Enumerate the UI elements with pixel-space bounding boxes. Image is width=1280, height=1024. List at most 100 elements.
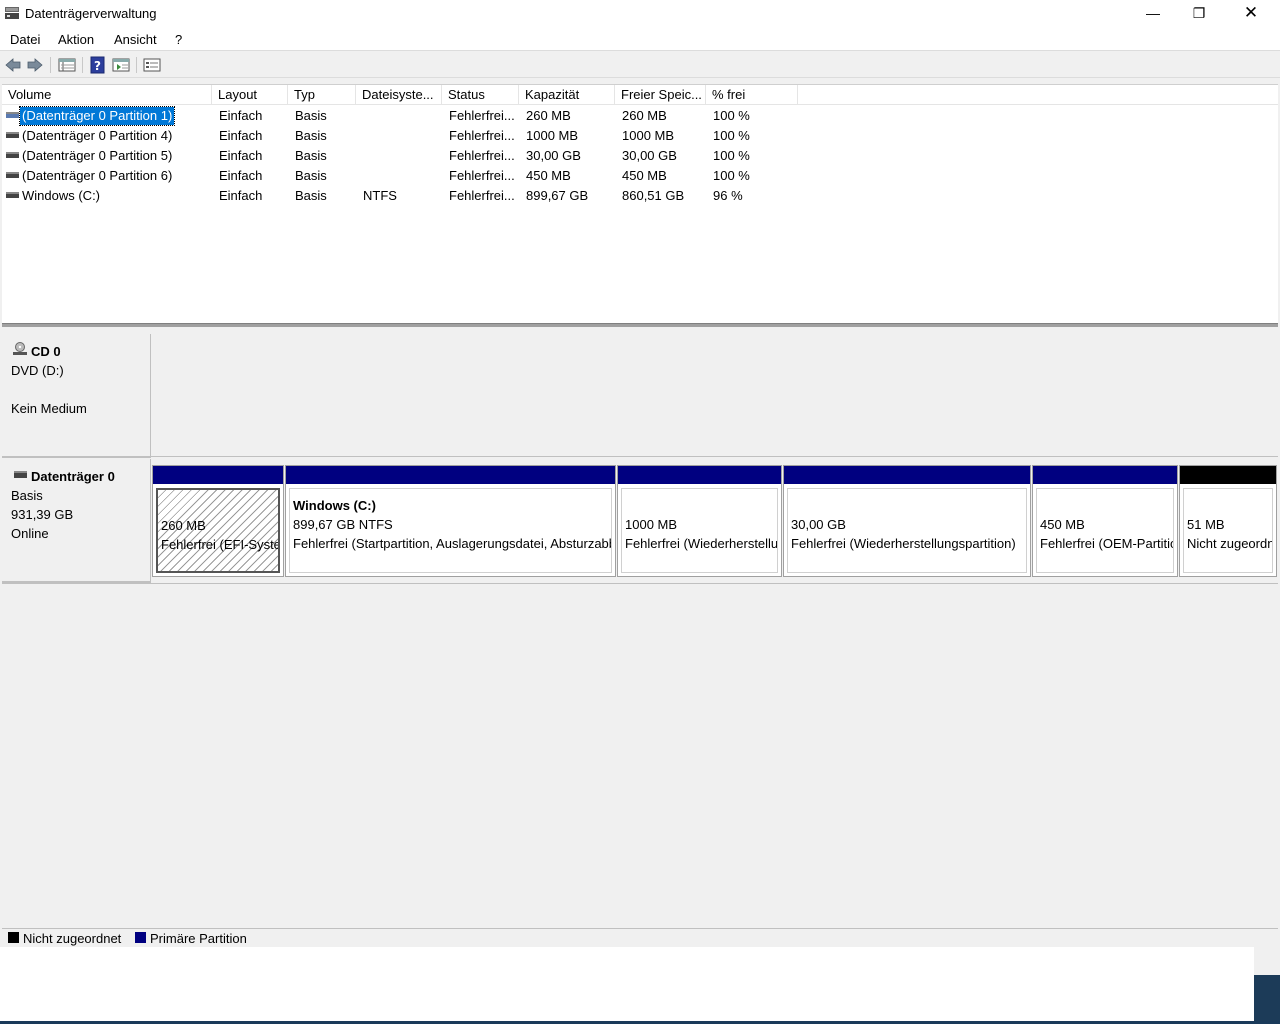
- cell-freier-speicher: 1000 MB: [622, 128, 675, 143]
- maximize-button[interactable]: ❐: [1176, 0, 1222, 28]
- cell-status: Fehlerfrei...: [449, 128, 515, 143]
- help-icon[interactable]: ?: [89, 56, 107, 74]
- partition-size: 30,00 GB: [791, 517, 846, 532]
- partition-status: Fehlerfrei (EFI-Systempartition): [161, 537, 280, 552]
- cell-status: Fehlerfrei...: [449, 148, 515, 163]
- partition-oem[interactable]: 450 MB Fehlerfrei (OEM-Partition): [1032, 465, 1178, 577]
- volume-icon: [6, 112, 19, 118]
- column-header-typ[interactable]: Typ: [288, 85, 356, 105]
- volume-icon: [6, 172, 19, 178]
- cell-prozent-frei: 96 %: [713, 188, 743, 203]
- partition-body: Windows (C:) 899,67 GB NTFS Fehlerfrei (…: [289, 488, 612, 573]
- cell-typ: Basis: [295, 148, 327, 163]
- menu-datei[interactable]: Datei: [10, 32, 40, 47]
- menu-ansicht[interactable]: Ansicht: [114, 32, 157, 47]
- cell-freier-speicher: 30,00 GB: [622, 148, 677, 163]
- partition-size: 51 MB: [1187, 517, 1225, 532]
- partition-size: 1000 MB: [625, 517, 678, 532]
- partition-status: Fehlerfrei (Startpartition, Auslagerungs…: [293, 536, 611, 551]
- partition-status: Nicht zugeordnet: [1187, 536, 1272, 551]
- column-header-freier-speicher[interactable]: Freier Speic...: [615, 85, 706, 105]
- partition-body: 30,00 GB Fehlerfrei (Wiederherstellungsp…: [787, 488, 1027, 573]
- window-title: Datenträgerverwaltung: [25, 6, 157, 21]
- back-arrow-icon[interactable]: [4, 56, 22, 74]
- legend: Nicht zugeordnet Primäre Partition: [2, 928, 1278, 946]
- column-header-dateisystem[interactable]: Dateisyste...: [356, 85, 442, 105]
- cell-freier-speicher: 860,51 GB: [622, 188, 685, 203]
- disk-management-app-icon: [5, 7, 19, 19]
- settings-icon[interactable]: [143, 56, 161, 74]
- cell-kapazitaet: 899,67 GB: [526, 188, 589, 203]
- disk0-size: 931,39 GB: [11, 507, 74, 522]
- cd0-label[interactable]: CD 0 DVD (D:) Kein Medium: [2, 334, 151, 458]
- partition-status: Fehlerfrei (Wiederherstellungspartition): [791, 536, 1016, 551]
- partition-size: 450 MB: [1040, 517, 1085, 532]
- cell-prozent-frei: 100 %: [713, 168, 750, 183]
- cell-prozent-frei: 100 %: [713, 148, 750, 163]
- legend-swatch-primary: [135, 932, 146, 943]
- partition-recovery-2[interactable]: 30,00 GB Fehlerfrei (Wiederherstellungsp…: [783, 465, 1031, 577]
- volume-name[interactable]: (Datenträger 0 Partition 4): [20, 127, 174, 145]
- svg-text:?: ?: [94, 59, 101, 73]
- cell-status: Fehlerfrei...: [449, 168, 515, 183]
- disk0-type: Basis: [11, 488, 43, 503]
- cd0-media-area: [152, 334, 1278, 456]
- volume-list[interactable]: Volume Layout Typ Dateisyste... Status K…: [2, 84, 1278, 323]
- cell-layout: Einfach: [219, 188, 263, 203]
- partition-type-bar: [286, 466, 615, 484]
- disk0-label[interactable]: Datenträger 0 Basis 931,39 GB Online: [2, 459, 151, 583]
- menu-bar: Datei Aktion Ansicht ?: [0, 28, 1280, 51]
- legend-label-unallocated: Nicht zugeordnet: [23, 931, 122, 946]
- cd-drive-icon: [13, 342, 27, 355]
- menu-aktion[interactable]: Aktion: [58, 32, 94, 47]
- cell-kapazitaet: 450 MB: [526, 168, 571, 183]
- disk-separator: [2, 583, 1278, 584]
- volume-name[interactable]: (Datenträger 0 Partition 5): [20, 147, 174, 165]
- legend-label-primary: Primäre Partition: [150, 931, 247, 946]
- volume-name[interactable]: (Datenträger 0 Partition 6): [20, 167, 174, 185]
- partition-body: 450 MB Fehlerfrei (OEM-Partition): [1036, 488, 1174, 573]
- volume-name[interactable]: (Datenträger 0 Partition 1): [18, 106, 176, 126]
- pane-splitter[interactable]: [2, 323, 1278, 327]
- forward-arrow-icon[interactable]: [26, 56, 44, 74]
- table-row[interactable]: (Datenträger 0 Partition 6) Einfach Basi…: [2, 166, 1278, 186]
- column-header-kapazitaet[interactable]: Kapazität: [519, 85, 615, 105]
- volume-icon: [6, 152, 19, 158]
- cell-layout: Einfach: [219, 128, 263, 143]
- close-button[interactable]: ✕: [1228, 0, 1274, 28]
- partition-type-bar: [784, 466, 1030, 484]
- partition-unallocated[interactable]: 51 MB Nicht zugeordnet: [1179, 465, 1277, 577]
- cell-kapazitaet: 260 MB: [526, 108, 571, 123]
- partition-type-bar: [1033, 466, 1177, 484]
- cell-layout: Einfach: [219, 168, 263, 183]
- column-header-prozent-frei[interactable]: % frei: [706, 85, 798, 105]
- partition-efi[interactable]: 260 MB Fehlerfrei (EFI-Systempartition): [152, 465, 284, 577]
- cell-kapazitaet: 1000 MB: [526, 128, 579, 143]
- column-header-volume[interactable]: Volume: [2, 85, 212, 105]
- toolbar-separator: [136, 57, 137, 73]
- cell-typ: Basis: [295, 128, 327, 143]
- cell-typ: Basis: [295, 108, 327, 123]
- partition-type-bar: [618, 466, 781, 484]
- volume-name[interactable]: Windows (C:): [20, 187, 102, 205]
- partition-windows-c[interactable]: Windows (C:) 899,67 GB NTFS Fehlerfrei (…: [285, 465, 616, 577]
- table-row[interactable]: (Datenträger 0 Partition 1) Einfach Basi…: [2, 106, 1278, 126]
- hard-disk-icon: [14, 471, 27, 478]
- column-header-layout[interactable]: Layout: [212, 85, 288, 105]
- properties-view-icon[interactable]: [112, 56, 130, 74]
- status-bar: [0, 947, 1254, 1021]
- menu-help[interactable]: ?: [175, 32, 182, 47]
- table-row[interactable]: Windows (C:) Einfach Basis NTFS Fehlerfr…: [2, 186, 1278, 206]
- cell-prozent-frei: 100 %: [713, 128, 750, 143]
- minimize-button[interactable]: —: [1130, 0, 1176, 28]
- disk0-state: Online: [11, 526, 49, 541]
- list-view-icon[interactable]: [58, 56, 76, 74]
- column-header-status[interactable]: Status: [442, 85, 519, 105]
- partition-type-bar: [153, 466, 283, 484]
- partition-body: 51 MB Nicht zugeordnet: [1183, 488, 1273, 573]
- desktop-corner: [1254, 975, 1280, 1024]
- table-row[interactable]: (Datenträger 0 Partition 5) Einfach Basi…: [2, 146, 1278, 166]
- table-row[interactable]: (Datenträger 0 Partition 4) Einfach Basi…: [2, 126, 1278, 146]
- partition-status: Fehlerfrei (OEM-Partition): [1040, 536, 1174, 551]
- partition-recovery-1[interactable]: 1000 MB Fehlerfrei (Wiederherstellungspa…: [617, 465, 782, 577]
